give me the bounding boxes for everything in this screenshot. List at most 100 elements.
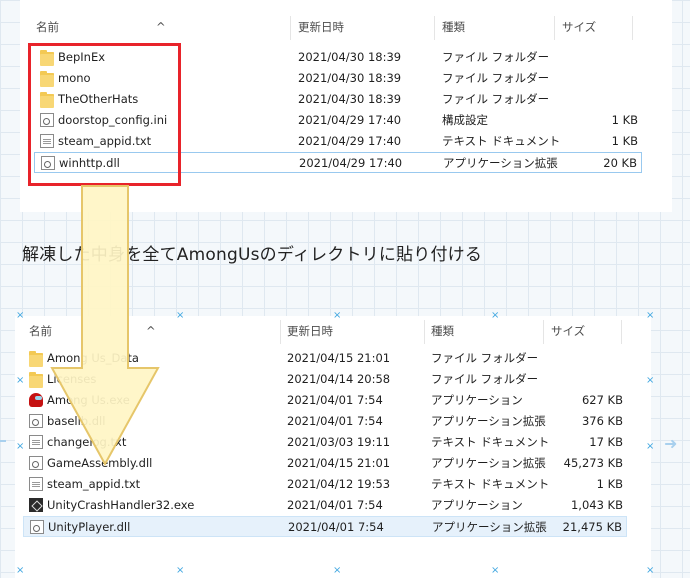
file-row[interactable]: UnityPlayer.dll 2021/04/01 7:54 アプリケーション拡張… [23,516,627,537]
column-header: 名前 ^ 更新日時 種類 サイズ [20,14,672,42]
file-row[interactable]: GameAssembly.dll 2021/04/15 21:01 アプリケーション… [23,453,627,474]
file-type: アプリケーション拡張 [432,520,547,534]
file-date: 2021/04/15 21:01 [287,351,391,365]
handle-marker-icon: × [646,441,655,452]
sort-caret-icon: ^ [146,324,156,338]
file-name: baselib.dll [47,414,106,428]
file-date: 2021/04/15 21:01 [287,456,391,470]
highlight-box [28,43,181,186]
file-row[interactable]: changelog.txt 2021/03/03 19:11 テキスト ドキュメント… [23,432,627,453]
file-type: アプリケーション拡張 [431,414,546,428]
handle-marker-icon: × [491,565,500,576]
file-type: ファイル フォルダー [431,351,539,365]
handle-marker-icon: × [16,565,25,576]
file-size: 376 KB [581,414,623,428]
file-list-panel-destination: 名前 ^ 更新日時 種類 サイズ Among Us_Data 2021/04/15… [15,316,651,578]
file-type: アプリケーション [431,498,523,512]
handle-marker-icon: × [333,565,342,576]
handle-marker-icon: × [646,565,655,576]
file-size: 1 KB [611,134,638,148]
column-date-header[interactable]: 更新日時 [298,14,344,40]
file-date: 2021/04/01 7:54 [287,393,383,407]
handle-marker-icon: × [176,310,185,321]
file-date: 2021/04/29 17:40 [298,134,402,148]
file-name: steam_appid.txt [47,477,141,491]
file-name: Among Us.exe [47,393,130,407]
file-name: Licenses [47,372,97,386]
file-date: 2021/04/12 19:53 [287,477,391,491]
file-type: テキスト ドキュメント [431,435,550,449]
file-size: 45,273 KB [563,456,623,470]
file-date: 2021/03/03 19:11 [287,435,391,449]
file-type: 構成設定 [442,113,488,127]
column-size-header[interactable]: サイズ [562,14,596,40]
file-date: 2021/04/01 7:54 [288,520,384,534]
file-type: アプリケーション拡張 [431,456,546,470]
file-row[interactable]: UnityCrashHandler32.exe 2021/04/01 7:54 アプ… [23,495,627,516]
handle-marker-icon: × [646,310,655,321]
file-name: GameAssembly.dll [47,456,153,470]
unity-app-icon [29,498,43,512]
file-size: 627 KB [581,393,623,407]
handle-marker-icon: × [16,441,25,452]
column-name-header[interactable]: 名前 [36,14,59,40]
file-type: テキスト ドキュメント [442,134,561,148]
file-type: テキスト ドキュメント [431,477,550,491]
file-name: UnityPlayer.dll [48,520,131,534]
handle-marker-icon: × [333,310,342,321]
file-type: ファイル フォルダー [442,92,550,106]
column-divider[interactable] [632,16,633,40]
file-size: 1,043 KB [570,498,623,512]
file-size: 20 KB [603,156,637,170]
file-date: 2021/04/14 20:58 [287,372,391,386]
handle-marker-icon: × [646,375,655,386]
column-divider[interactable] [543,320,544,344]
file-type: アプリケーション拡張 [443,156,558,170]
file-date: 2021/04/30 18:39 [298,71,402,85]
column-size-header[interactable]: サイズ [551,318,585,344]
file-date: 2021/04/01 7:54 [287,414,383,428]
file-row[interactable]: baselib.dll 2021/04/01 7:54 アプリケーション拡張 376 … [23,411,627,432]
column-divider[interactable] [280,320,281,344]
file-row[interactable]: Among Us_Data 2021/04/15 21:01 ファイル フォルダー [23,348,627,369]
file-size: 21,475 KB [562,520,622,534]
file-type: ファイル フォルダー [442,71,550,85]
dll-file-icon [30,520,44,534]
column-type-header[interactable]: 種類 [442,14,465,40]
instruction-caption: 解凍した中身を全てAmongUsのディレクトリに貼り付ける [22,245,483,265]
column-divider[interactable] [434,16,435,40]
file-row[interactable]: Among Us.exe 2021/04/01 7:54 アプリケーション 627 K… [23,390,627,411]
file-type: ファイル フォルダー [442,50,550,64]
text-file-icon [29,477,43,491]
column-divider[interactable] [621,320,622,344]
dll-file-icon [29,414,43,428]
handle-marker-icon: × [176,565,185,576]
column-divider[interactable] [554,16,555,40]
column-header: 名前 ^ 更新日時 種類 サイズ [15,318,651,346]
file-row[interactable]: steam_appid.txt 2021/04/12 19:53 テキスト ドキュメ… [23,474,627,495]
file-name: Among Us_Data [47,351,139,365]
file-name: changelog.txt [47,435,127,449]
file-date: 2021/04/29 17:40 [299,156,403,170]
handle-marker-icon: × [491,310,500,321]
connector-mark [0,440,6,442]
file-size: 1 KB [611,113,638,127]
among-us-app-icon [29,393,43,407]
file-date: 2021/04/30 18:39 [298,92,402,106]
connector-arrow-icon: ➜ [664,434,678,453]
sort-caret-icon: ^ [156,20,166,34]
text-file-icon [29,435,43,449]
file-date: 2021/04/01 7:54 [287,498,383,512]
handle-marker-icon: × [16,310,25,321]
column-type-header[interactable]: 種類 [431,318,454,344]
folder-icon [29,351,43,367]
file-row[interactable]: Licenses 2021/04/14 20:58 ファイル フォルダー [23,369,627,390]
column-name-header[interactable]: 名前 [29,318,52,344]
handle-marker-icon: × [16,375,25,386]
file-date: 2021/04/29 17:40 [298,113,402,127]
column-date-header[interactable]: 更新日時 [287,318,333,344]
folder-icon [29,372,43,388]
column-divider[interactable] [424,320,425,344]
column-divider[interactable] [290,16,291,40]
file-date: 2021/04/30 18:39 [298,50,402,64]
